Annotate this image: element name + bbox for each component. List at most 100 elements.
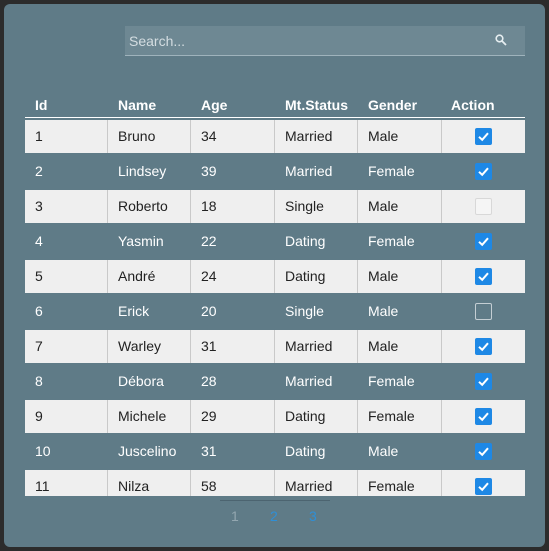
cell-id: 1 [25, 120, 108, 153]
data-table: Id Name Age Mt.Status Gender Action 1 Bru… [25, 88, 525, 496]
cell-action [442, 155, 525, 188]
table-header: Id Name Age Mt.Status Gender Action [25, 88, 525, 118]
search-icon[interactable] [495, 34, 507, 46]
action-checkbox[interactable] [475, 268, 492, 285]
cell-id: 5 [25, 260, 108, 293]
pagination: 1 2 3 [220, 500, 330, 524]
cell-name: Erick [118, 303, 150, 319]
cell-action [442, 470, 525, 496]
action-checkbox[interactable] [475, 373, 492, 390]
cell-status: Married [275, 330, 358, 363]
checkmark-icon [478, 447, 489, 457]
column-header-action[interactable]: Action [451, 97, 495, 113]
cell-id: 8 [35, 373, 43, 389]
cell-name: Yasmin [118, 233, 164, 249]
table-row[interactable]: 2 Lindsey 39 Married Female [25, 155, 525, 188]
cell-age: 28 [201, 373, 217, 389]
search-bar[interactable] [125, 26, 525, 56]
table-row[interactable]: 8 Débora 28 Married Female [25, 365, 525, 398]
cell-status: Single [275, 190, 358, 223]
cell-status: Married [275, 120, 358, 153]
column-header-status[interactable]: Mt.Status [285, 97, 348, 113]
cell-status: Dating [275, 400, 358, 433]
table-row[interactable]: 11 Nilza 58 Married Female [25, 470, 525, 496]
cell-action [442, 365, 525, 398]
cell-gender: Female [368, 373, 415, 389]
cell-age: 31 [191, 330, 275, 363]
cell-action [442, 120, 525, 153]
column-header-age[interactable]: Age [201, 97, 227, 113]
cell-status: Dating [275, 260, 358, 293]
cell-name: Débora [118, 373, 164, 389]
cell-gender: Male [368, 443, 399, 459]
cell-id: 4 [35, 233, 43, 249]
cell-gender: Male [358, 330, 442, 363]
cell-status: Married [275, 470, 358, 496]
cell-name: Juscelino [118, 443, 177, 459]
table-row[interactable]: 5 André 24 Dating Male [25, 260, 525, 293]
cell-name: Bruno [108, 120, 191, 153]
table-row[interactable]: 10 Juscelino 31 Dating Male [25, 435, 525, 468]
checkmark-icon [478, 132, 489, 142]
cell-gender: Female [358, 400, 442, 433]
cell-age: 18 [191, 190, 275, 223]
search-input[interactable] [125, 26, 485, 56]
page-2-button[interactable]: 2 [270, 508, 278, 524]
table-panel: Id Name Age Mt.Status Gender Action 1Bru… [4, 4, 545, 547]
cell-id: 3 [25, 190, 108, 223]
cell-action [442, 330, 525, 363]
column-header-gender[interactable]: Gender [368, 97, 417, 113]
cell-status: Single [285, 303, 324, 319]
cell-id: 10 [35, 443, 51, 459]
cell-action [442, 400, 525, 433]
column-header-id[interactable]: Id [35, 97, 47, 113]
cell-action [442, 260, 525, 293]
cell-gender: Female [368, 233, 415, 249]
table-row[interactable]: 6 Erick 20 Single Male [25, 295, 525, 328]
checkmark-icon [478, 482, 489, 492]
checkmark-icon [478, 412, 489, 422]
action-checkbox[interactable] [475, 163, 492, 180]
cell-age: 24 [191, 260, 275, 293]
cell-status: Dating [285, 443, 326, 459]
action-checkbox[interactable] [475, 338, 492, 355]
cell-id: 11 [25, 470, 108, 496]
page-3-button[interactable]: 3 [309, 508, 317, 524]
cell-id: 2 [35, 163, 43, 179]
table-row[interactable]: 7 Warley 31 Married Male [25, 330, 525, 363]
table-row[interactable]: 4 Yasmin 22 Dating Female [25, 225, 525, 258]
cell-gender: Male [368, 303, 399, 319]
checkmark-icon [478, 272, 489, 282]
table-row[interactable]: 1 Bruno 34 Married Male [25, 120, 525, 153]
cell-status: Married [285, 163, 333, 179]
cell-gender: Male [358, 260, 442, 293]
cell-action [442, 225, 525, 258]
cell-action [442, 435, 525, 468]
cell-id: 9 [25, 400, 108, 433]
action-checkbox[interactable] [475, 478, 492, 495]
cell-name: Michele [108, 400, 191, 433]
cell-age: 20 [201, 303, 217, 319]
cell-id: 6 [35, 303, 43, 319]
action-checkbox[interactable] [475, 198, 492, 215]
cell-age: 39 [201, 163, 217, 179]
page-1-button[interactable]: 1 [231, 508, 239, 524]
action-checkbox[interactable] [475, 443, 492, 460]
cell-name: Warley [108, 330, 191, 363]
action-checkbox[interactable] [475, 408, 492, 425]
cell-age: 31 [201, 443, 217, 459]
cell-name: Lindsey [118, 163, 167, 179]
action-checkbox[interactable] [475, 303, 492, 320]
cell-gender: Female [358, 470, 442, 496]
table-row[interactable]: 3 Roberto 18 Single Male [25, 190, 525, 223]
cell-age: 29 [191, 400, 275, 433]
action-checkbox[interactable] [475, 233, 492, 250]
cell-age: 58 [191, 470, 275, 496]
action-checkbox[interactable] [475, 128, 492, 145]
table-row[interactable]: 9 Michele 29 Dating Female [25, 400, 525, 433]
cell-name: Nilza [108, 470, 191, 496]
cell-status: Dating [285, 233, 326, 249]
cell-action [442, 295, 525, 328]
cell-action [442, 190, 525, 223]
column-header-name[interactable]: Name [118, 97, 156, 113]
